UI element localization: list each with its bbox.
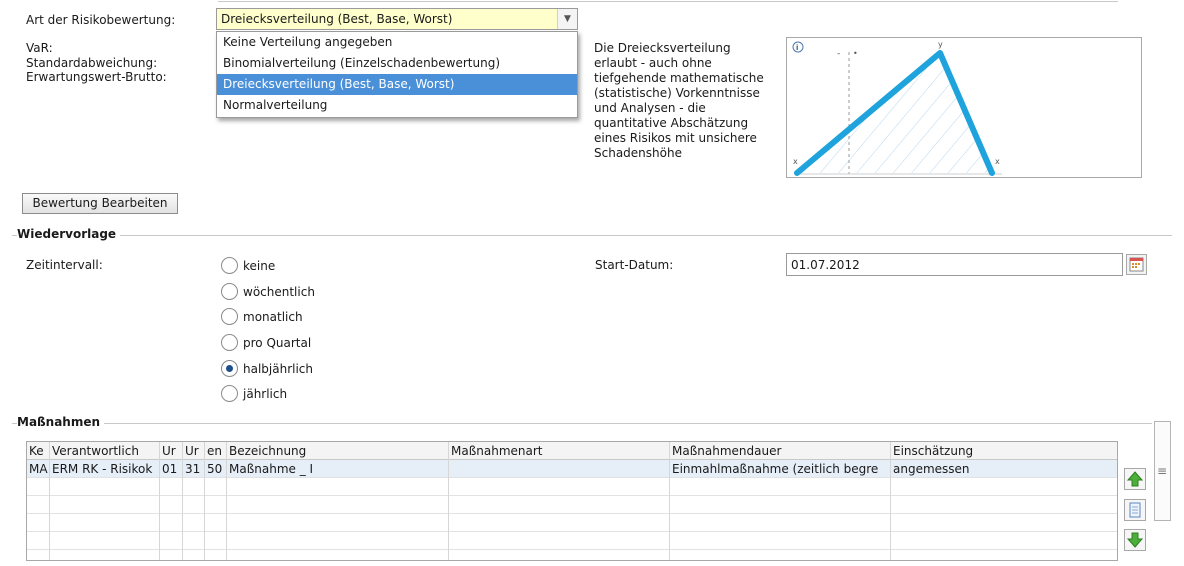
risk-type-dropdown: Keine Verteilung angegeben Binomialverte… — [216, 31, 578, 118]
table-row[interactable] — [27, 496, 1117, 514]
radio-label: pro Quartal — [243, 336, 312, 350]
best-marker: x — [793, 157, 798, 166]
triangle-distribution-graphic: i - • y x x — [792, 40, 1002, 176]
radio-circle[interactable] — [221, 308, 238, 325]
table-header: Ke Verantwortlich Ur Ur en Bezeichnung M… — [27, 442, 1117, 460]
column-header[interactable]: Ur — [185, 443, 205, 459]
grip-icon[interactable]: ≡ — [1157, 464, 1167, 478]
document-button[interactable] — [1124, 499, 1146, 521]
svg-text:i: i — [796, 44, 798, 52]
radio-label: wöchentlich — [243, 285, 315, 299]
table-cell: Maßnahme _ I — [229, 462, 314, 476]
column-header[interactable]: Verantwortlich — [52, 443, 158, 459]
column-header[interactable]: Ke — [29, 443, 49, 459]
dropdown-option[interactable]: Keine Verteilung angegeben — [217, 32, 577, 53]
expected-value-label: Erwartungswert-Brutto: — [26, 70, 167, 84]
column-header[interactable]: Maßnahmenart — [451, 443, 669, 459]
chevron-down-icon[interactable]: ▼ — [557, 9, 577, 29]
radio-circle[interactable] — [221, 385, 238, 402]
document-icon — [1129, 502, 1141, 518]
table-row[interactable] — [27, 478, 1117, 496]
column-header[interactable]: Ur — [162, 443, 182, 459]
wiedervorlage-section-header: Wiedervorlage — [12, 227, 1172, 243]
radio-label: jährlich — [243, 387, 288, 401]
radio-label: monatlich — [243, 310, 303, 324]
std-dev-label: Standardabweichung: — [26, 56, 158, 70]
column-header[interactable]: Maßnahmendauer — [672, 443, 890, 459]
table-cell: angemessen — [893, 462, 970, 476]
base-marker: • — [853, 49, 858, 58]
dropdown-option[interactable]: Normalverteilung — [217, 95, 577, 116]
table-cell: Einmahlmaßnahme (zeitlich begre — [672, 462, 879, 476]
table-row[interactable] — [27, 550, 1117, 560]
radio-circle[interactable] — [221, 257, 238, 274]
radio-circle[interactable] — [221, 334, 238, 351]
start-date-label: Start-Datum: — [595, 258, 674, 272]
radio-label: keine — [243, 259, 276, 273]
dropdown-option[interactable]: Binomialverteilung (Einzelschadenbewertu… — [217, 53, 577, 74]
start-date-input[interactable]: 01.07.2012 — [786, 253, 1123, 276]
arrow-down-icon — [1126, 532, 1144, 548]
table-cell: 50 — [207, 462, 223, 476]
column-header[interactable]: Bezeichnung — [229, 443, 447, 459]
calendar-icon[interactable] — [1126, 254, 1147, 275]
interval-label: Zeitintervall: — [26, 258, 103, 272]
start-date-value: 01.07.2012 — [791, 258, 860, 272]
column-header[interactable]: Einschätzung — [893, 443, 1113, 459]
table-cell: 01 — [162, 462, 178, 476]
table-cell: ERM RK - Risikok — [52, 462, 153, 476]
distribution-description: Die Dreiecksverteilung erlaubt - auch oh… — [594, 41, 764, 160]
move-up-button[interactable] — [1124, 468, 1146, 490]
massnahmen-section-header: Maßnahmen — [12, 415, 1152, 431]
worst-marker: x — [995, 157, 1000, 166]
move-down-button[interactable] — [1124, 529, 1146, 551]
column-header[interactable]: en — [207, 443, 227, 459]
risk-type-label: Art der Risikobewertung: — [26, 13, 176, 27]
section-title: Wiedervorlage — [17, 227, 121, 241]
risk-type-select[interactable]: Dreiecksverteilung (Best, Base, Worst) ▼ — [216, 8, 578, 30]
radio-label: halbjährlich — [243, 362, 314, 376]
radio-selected-dot — [226, 365, 233, 372]
arrow-up-icon — [1126, 471, 1144, 487]
table-row[interactable] — [27, 532, 1117, 550]
radio-circle-checked[interactable] — [221, 360, 238, 377]
table-row[interactable] — [27, 514, 1117, 532]
risk-type-value: Dreiecksverteilung (Best, Base, Worst) — [221, 12, 453, 26]
var-label: VaR: — [26, 41, 53, 55]
peak-marker: y — [938, 40, 943, 49]
dash-marker: - — [837, 49, 840, 59]
dropdown-option-selected[interactable]: Dreiecksverteilung (Best, Base, Worst) — [217, 74, 577, 95]
table-cell: MA — [29, 462, 48, 476]
edit-assessment-button[interactable]: Bewertung Bearbeiten — [22, 193, 178, 214]
section-title: Maßnahmen — [17, 415, 105, 429]
radio-circle[interactable] — [221, 283, 238, 300]
table-cell: 31 — [185, 462, 201, 476]
massnahmen-table: Ke Verantwortlich Ur Ur en Bezeichnung M… — [26, 441, 1118, 561]
table-row[interactable]: MA ERM RK - Risikok 01 31 50 Maßnahme _ … — [27, 460, 1117, 478]
top-border — [218, 0, 1118, 2]
distribution-illustration: i - • y x x — [786, 37, 1142, 178]
